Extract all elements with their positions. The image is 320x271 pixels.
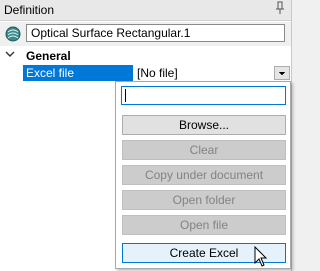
definition-panel: Definition Optical Surface Rectangular.1… xyxy=(0,0,292,271)
panel-title: Definition xyxy=(4,3,55,17)
pin-icon[interactable] xyxy=(275,1,285,15)
open-file-button[interactable]: Open file xyxy=(122,215,286,235)
optical-surface-icon xyxy=(5,26,21,42)
open-folder-button[interactable]: Open folder xyxy=(122,190,286,210)
mouse-pointer-icon xyxy=(254,245,268,268)
browse-button[interactable]: Browse... xyxy=(122,115,286,135)
panel-titlebar: Definition xyxy=(0,0,291,21)
text-caret xyxy=(125,89,126,102)
clear-button[interactable]: Clear xyxy=(122,140,286,160)
property-name-excel-file[interactable]: Excel file xyxy=(23,65,133,81)
file-path-input[interactable] xyxy=(121,86,286,105)
group-general-label: General xyxy=(26,49,71,63)
object-name-field[interactable]: Optical Surface Rectangular.1 xyxy=(26,24,285,42)
property-value-excel-file[interactable]: [No file] xyxy=(134,65,274,81)
copy-under-document-button[interactable]: Copy under document xyxy=(122,165,286,185)
chevron-down-icon[interactable] xyxy=(5,48,17,62)
dropdown-arrow-icon[interactable] xyxy=(274,66,290,80)
